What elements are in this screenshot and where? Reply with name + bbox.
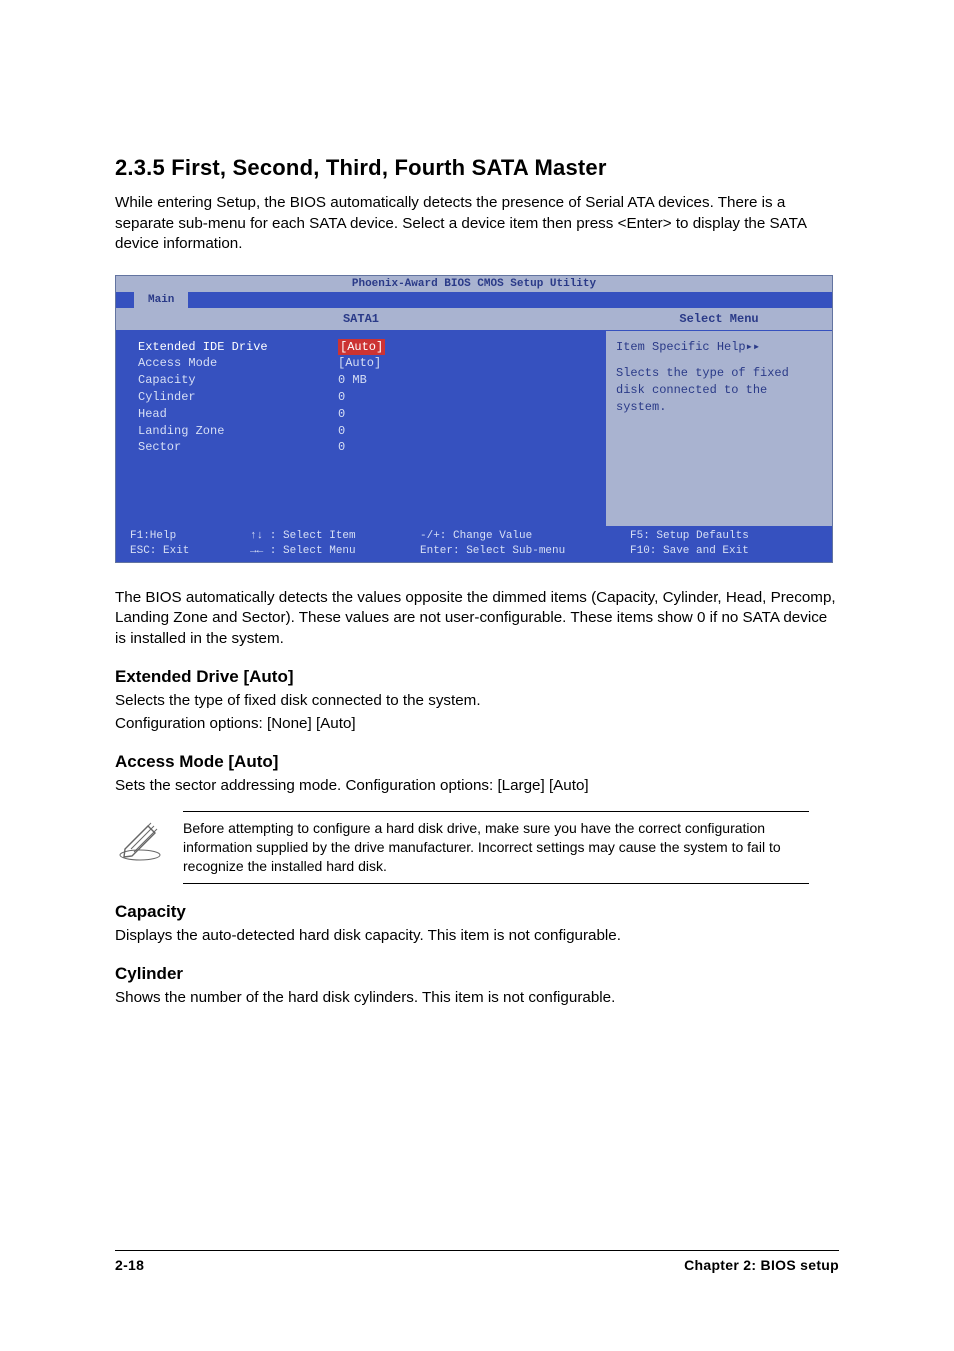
bios-tab-row: Main — [116, 292, 832, 308]
bios-left-content: Extended IDE Drive [Auto] Access Mode [A… — [116, 331, 606, 527]
bios-left-header: SATA1 — [116, 308, 606, 331]
bios-right-header: Select Menu — [606, 308, 832, 331]
bios-footer: F1:Help ESC: Exit ↑↓ : Select Item →← : … — [116, 526, 832, 562]
bios-label: Capacity — [138, 372, 338, 389]
bios-label: Head — [138, 406, 338, 423]
bios-row-extended-ide: Extended IDE Drive [Auto] — [138, 339, 592, 356]
capacity-heading: Capacity — [115, 902, 839, 922]
extended-drive-text-2: Configuration options: [None] [Auto] — [115, 714, 839, 735]
bios-screenshot: Phoenix-Award BIOS CMOS Setup Utility Ma… — [115, 275, 833, 563]
extended-drive-text-1: Selects the type of fixed disk connected… — [115, 691, 839, 712]
after-bios-paragraph: The BIOS automatically detects the value… — [115, 588, 839, 650]
bios-help-title: Item Specific Help▸▸ — [616, 339, 822, 356]
bios-help-text: Slects the type of fixed disk connected … — [616, 365, 822, 415]
intro-paragraph: While entering Setup, the BIOS automatic… — [115, 193, 839, 255]
bios-value: 0 — [338, 406, 592, 423]
bios-footer-f5: F5: Setup Defaults — [630, 529, 818, 544]
bios-footer-select-item: ↑↓ : Select Item — [250, 529, 420, 544]
bios-row-sector: Sector 0 — [138, 439, 592, 456]
note-divider — [183, 811, 809, 812]
bios-help-content: Item Specific Help▸▸ Slects the type of … — [606, 331, 832, 424]
page-number: 2-18 — [115, 1257, 144, 1273]
bios-footer-esc: ESC: Exit — [130, 544, 250, 559]
bios-left-panel: SATA1 Extended IDE Drive [Auto] Access M… — [116, 308, 606, 527]
bios-footer-submenu: Enter: Select Sub-menu — [420, 544, 630, 559]
bios-label: Landing Zone — [138, 423, 338, 440]
bios-value: 0 — [338, 439, 592, 456]
bios-label: Sector — [138, 439, 338, 456]
page-footer: 2-18 Chapter 2: BIOS setup — [115, 1250, 839, 1273]
bios-footer-f10: F10: Save and Exit — [630, 544, 818, 559]
chapter-label: Chapter 2: BIOS setup — [684, 1257, 839, 1273]
bios-title-bar: Phoenix-Award BIOS CMOS Setup Utility — [116, 276, 832, 292]
bios-row-capacity: Capacity 0 MB — [138, 372, 592, 389]
bios-footer-select-menu: →← : Select Menu — [250, 544, 420, 559]
bios-row-access-mode: Access Mode [Auto] — [138, 355, 592, 372]
bios-right-panel: Select Menu Item Specific Help▸▸ Slects … — [606, 308, 832, 527]
bios-label: Cylinder — [138, 389, 338, 406]
cylinder-text: Shows the number of the hard disk cylind… — [115, 988, 839, 1009]
bios-value: [Auto] — [338, 339, 385, 356]
pencil-note-icon — [115, 819, 165, 861]
section-heading: 2.3.5 First, Second, Third, Fourth SATA … — [115, 155, 839, 181]
bios-footer-change-value: -/+: Change Value — [420, 529, 630, 544]
bios-footer-f1: F1:Help — [130, 529, 250, 544]
bios-label: Extended IDE Drive — [138, 339, 338, 356]
extended-drive-heading: Extended Drive [Auto] — [115, 667, 839, 687]
note-block: Before attempting to configure a hard di… — [115, 811, 839, 884]
note-divider — [183, 883, 809, 884]
bios-value: [Auto] — [338, 355, 592, 372]
bios-label: Access Mode — [138, 355, 338, 372]
bios-row-landing-zone: Landing Zone 0 — [138, 423, 592, 440]
bios-value: 0 — [338, 389, 592, 406]
bios-value: 0 — [338, 423, 592, 440]
capacity-text: Displays the auto-detected hard disk cap… — [115, 926, 839, 947]
bios-value: 0 MB — [338, 372, 592, 389]
access-mode-heading: Access Mode [Auto] — [115, 752, 839, 772]
note-text: Before attempting to configure a hard di… — [183, 811, 839, 884]
bios-row-head: Head 0 — [138, 406, 592, 423]
access-mode-text: Sets the sector addressing mode. Configu… — [115, 776, 839, 797]
bios-active-tab: Main — [134, 292, 188, 308]
bios-row-cylinder: Cylinder 0 — [138, 389, 592, 406]
cylinder-heading: Cylinder — [115, 964, 839, 984]
